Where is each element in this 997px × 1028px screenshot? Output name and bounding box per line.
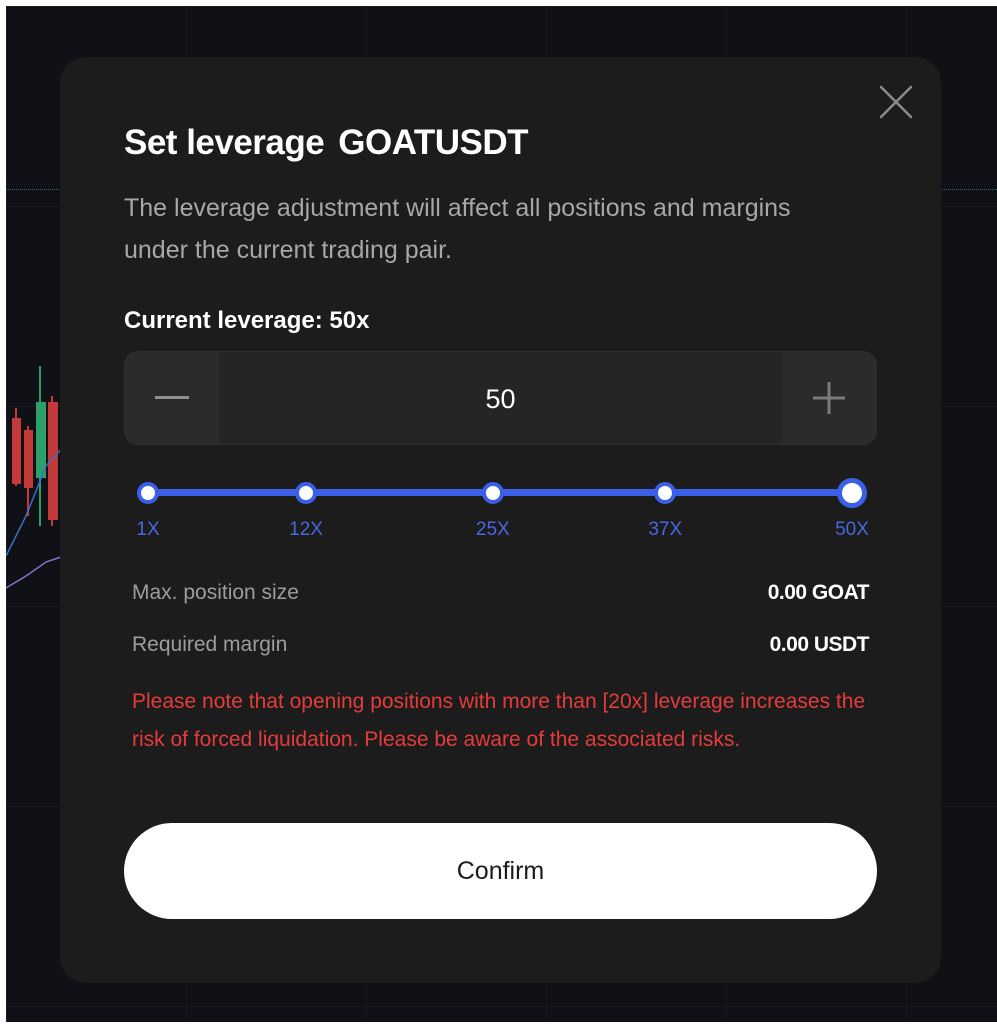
slider-mark-12x[interactable] <box>295 481 318 504</box>
modal-description: The leverage adjustment will affect all … <box>124 194 791 264</box>
slider-mark-37x[interactable] <box>654 481 677 504</box>
slider-label-25x[interactable]: 25X <box>476 519 510 541</box>
decrease-button[interactable] <box>125 352 219 444</box>
slider-label-1x[interactable]: 1X <box>136 519 159 541</box>
slider-label-50x[interactable]: 50X <box>835 519 869 541</box>
max-position-row: Max. position size 0.00 GOAT <box>132 581 870 613</box>
risk-warning: Please note that opening positions with … <box>132 690 866 751</box>
close-icon <box>879 85 913 119</box>
increase-button[interactable] <box>782 352 876 444</box>
leverage-input[interactable] <box>219 352 782 446</box>
required-margin-value: 0.00 USDT <box>769 633 870 656</box>
minus-icon <box>155 396 189 399</box>
max-position-label: Max. position size <box>132 581 299 604</box>
leverage-stepper <box>124 351 877 446</box>
confirm-button[interactable]: Confirm <box>124 823 877 919</box>
set-leverage-modal: Set leverage GOATUSDT The leverage adjust… <box>60 57 941 983</box>
slider-mark-50x[interactable] <box>837 477 867 508</box>
slider-mark-25x[interactable] <box>481 481 504 504</box>
slider-mark-1x[interactable] <box>137 481 159 504</box>
modal-title-text: Set leverage <box>124 123 325 162</box>
plus-icon <box>813 382 845 414</box>
max-position-value: 0.00 GOAT <box>767 581 870 604</box>
current-leverage-label: Current leverage: 50x <box>124 307 370 334</box>
required-margin-label: Required margin <box>132 633 288 656</box>
slider-label-12x[interactable]: 12X <box>289 519 323 541</box>
modal-title: Set leverage GOATUSDT <box>124 123 529 163</box>
close-button[interactable] <box>879 85 913 119</box>
slider-label-37x[interactable]: 37X <box>648 519 682 541</box>
candlestick-fragment <box>6 366 65 589</box>
trading-pair: GOATUSDT <box>338 123 529 162</box>
required-margin-row: Required margin 0.00 USDT <box>132 633 870 665</box>
leverage-slider[interactable]: 1X 12X 25X 37X 50X <box>124 473 884 553</box>
